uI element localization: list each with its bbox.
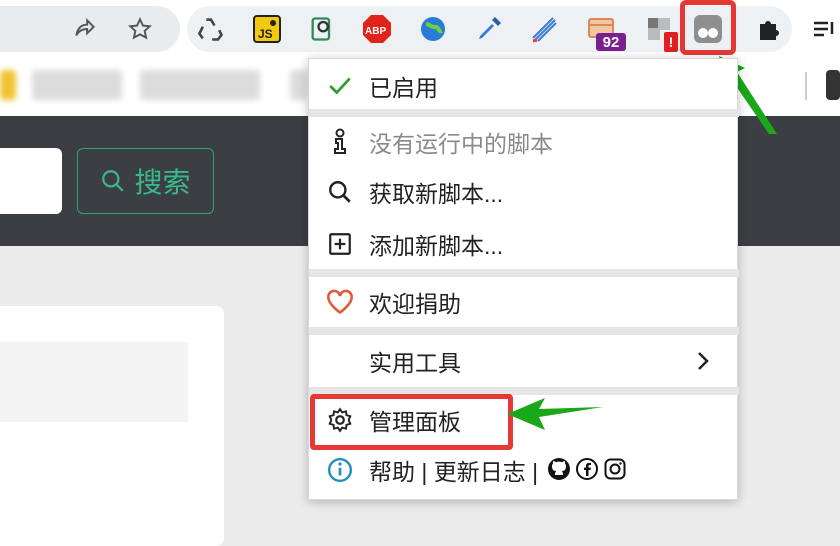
all-bookmarks-icon[interactable] [826,70,840,100]
info-circle-icon [325,455,355,485]
bookmark-star-icon[interactable] [125,14,155,44]
svg-text:JS: JS [258,27,273,41]
chevron-right-icon [693,350,713,377]
menu-label-donate: 欢迎捐助 [369,291,461,317]
bookmarks-divider [805,72,807,100]
search-button-label: 搜索 [134,167,191,198]
menu-item-utilities[interactable]: 实用工具 [309,336,739,386]
content-strip [0,342,188,422]
eyedropper-extension-icon[interactable] [472,12,506,46]
menu-item-no-scripts: 没有运行中的脚本 [309,117,739,167]
menu-item-help[interactable]: 帮助 | 更新日志 | [309,445,739,495]
menu-separator [309,109,739,117]
content-card [0,306,224,546]
heart-icon [325,287,355,317]
check-icon [325,71,355,101]
menu-item-add-script[interactable]: 添加新脚本... [309,219,739,269]
bookmark-folder-icon[interactable] [0,70,16,100]
github-icon[interactable] [547,457,571,486]
tampermonkey-highlight [680,0,736,55]
instagram-icon[interactable] [603,457,627,486]
adblock-extension-icon[interactable]: ABP [360,12,394,46]
facebook-icon[interactable] [575,457,599,486]
extension-alert-badge: ! [664,32,678,52]
menu-label-get-scripts: 获取新脚本... [369,181,504,207]
dashboard-highlight [310,394,513,450]
menu-item-donate[interactable]: 欢迎捐助 [309,277,739,327]
menu-label-enabled: 已启用 [369,75,438,101]
info-person-icon [325,127,355,157]
menu-label-no-scripts: 没有运行中的脚本 [369,131,553,157]
bookmark-item[interactable] [290,70,308,100]
search-input[interactable] [0,148,62,214]
search-icon [102,170,125,192]
menu-label-add-script: 添加新脚本... [369,233,504,259]
search-icon [325,177,355,207]
pointer-arrow [507,398,603,430]
recycle-extension-icon[interactable] [194,12,228,46]
pen-extension-icon[interactable] [305,12,339,46]
menu-item-get-scripts[interactable]: 获取新脚本... [309,167,739,217]
menu-separator [309,269,739,277]
bookmark-item[interactable] [140,70,260,100]
share-icon[interactable] [70,14,100,44]
menu-item-enabled[interactable]: 已启用 [309,61,739,111]
js-extension-icon[interactable]: JS [250,12,284,46]
plus-square-icon [325,229,355,259]
puzzle-extensions-icon[interactable] [752,12,786,46]
menu-label-help: 帮助 | 更新日志 | [369,459,539,485]
menu-separator [309,327,739,335]
extension-count-badge: 92 [596,33,626,51]
menu-label-utilities: 实用工具 [369,350,461,376]
reading-list-icon[interactable] [808,12,840,46]
svg-text:ABP: ABP [365,26,386,37]
search-button[interactable]: 搜索 [77,148,214,214]
notes-extension-icon[interactable] [527,12,561,46]
globe-extension-icon[interactable] [416,12,450,46]
bookmark-item[interactable] [32,70,122,100]
